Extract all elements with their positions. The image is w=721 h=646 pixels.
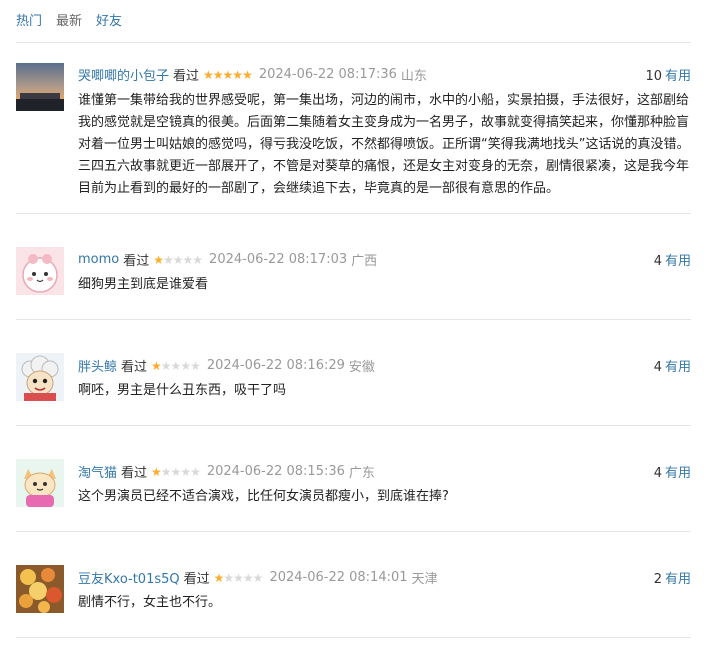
review-text: 细狗男主到底是谁爱看: [78, 277, 209, 292]
avatar[interactable]: [16, 63, 64, 111]
review-meta: momo 看过 ★★★★★ 2024-06-22 08:17:03 广西: [78, 250, 377, 269]
useful-votes: 4 有用: [654, 250, 691, 269]
star-icon: ★★★★★: [203, 67, 253, 82]
username-link[interactable]: 胖头鲸: [78, 356, 117, 375]
review-location: 广西: [351, 254, 378, 269]
pink-cartoon-avatar: [16, 247, 64, 295]
username-link[interactable]: 淘气猫: [78, 462, 117, 481]
useful-count: 4: [653, 360, 662, 375]
useful-votes: 4 有用: [654, 356, 691, 375]
review-item: 胖头鲸 看过 ★★★★★ 2024-06-22 08:16:29 安徽 4 有用 …: [16, 320, 691, 426]
review-meta: 胖头鲸 看过 ★★★★★ 2024-06-22 08:16:29 安徽: [78, 356, 375, 375]
review-meta: 淘气猫 看过 ★★★★★ 2024-06-22 08:15:36 广东: [78, 462, 375, 481]
useful-count: 10: [645, 69, 662, 84]
comment-tabs: 热门 最新 好友: [16, 10, 122, 29]
useful-count: 2: [653, 572, 662, 587]
star-icon: ★: [151, 464, 162, 479]
useful-count: 4: [653, 254, 662, 269]
review-item: momo 看过 ★★★★★ 2024-06-22 08:17:03 广西 4 有用…: [16, 214, 691, 320]
useful-button[interactable]: 有用: [665, 572, 691, 587]
review-time: 2024-06-22 08:17:03: [209, 252, 348, 267]
review-time: 2024-06-22 08:15:36: [206, 464, 345, 479]
review-time: 2024-06-22 08:14:01: [269, 570, 408, 585]
rating-stars: ★★★★★: [153, 252, 203, 267]
star-empty-icon: ★★★★: [223, 570, 263, 585]
watch-status: 看过: [183, 572, 210, 587]
review-location: 广东: [348, 466, 375, 481]
username-link[interactable]: 豆友Kxo-t01s5Q: [78, 568, 180, 587]
username-link[interactable]: momo: [78, 252, 119, 267]
rating-stars: ★★★★★: [151, 464, 201, 479]
review-list: 哭唧唧的小包子 看过 ★★★★★ 2024-06-22 08:17:36 山东 …: [16, 43, 691, 638]
cartoon-cat-avatar: [16, 459, 64, 507]
watch-status: 看过: [121, 360, 148, 375]
tab-latest[interactable]: 最新: [56, 10, 82, 29]
avatar[interactable]: [16, 353, 64, 401]
review-item: 哭唧唧的小包子 看过 ★★★★★ 2024-06-22 08:17:36 山东 …: [16, 43, 691, 214]
review-item: 淘气猫 看过 ★★★★★ 2024-06-22 08:15:36 广东 4 有用 …: [16, 426, 691, 532]
rating-stars: ★★★★★: [203, 67, 253, 82]
useful-button[interactable]: 有用: [665, 466, 691, 481]
review-location: 天津: [411, 572, 438, 587]
useful-votes: 10 有用: [645, 65, 691, 84]
watch-status: 看过: [173, 69, 200, 84]
avatar[interactable]: [16, 247, 64, 295]
star-icon: ★: [151, 358, 162, 373]
review-time: 2024-06-22 08:17:36: [258, 67, 397, 82]
review-item: 豆友Kxo-t01s5Q 看过 ★★★★★ 2024-06-22 08:14:0…: [16, 532, 691, 638]
review-meta: 哭唧唧的小包子 看过 ★★★★★ 2024-06-22 08:17:36 山东: [78, 65, 427, 84]
rating-stars: ★★★★★: [151, 358, 201, 373]
star-empty-icon: ★★★★: [160, 358, 201, 373]
review-location: 安徽: [348, 360, 375, 375]
useful-button[interactable]: 有用: [665, 360, 691, 375]
review-meta: 豆友Kxo-t01s5Q 看过 ★★★★★ 2024-06-22 08:14:0…: [78, 568, 438, 587]
review-text: 谁懂第一集带给我的世界感受呢，第一集出场，河边的闹市，水中的小船，实景拍摄，手法…: [78, 93, 690, 196]
rating-stars: ★★★★★: [213, 570, 264, 585]
star-empty-icon: ★★★★: [160, 464, 201, 479]
useful-button[interactable]: 有用: [665, 69, 691, 84]
tab-hot[interactable]: 热门: [16, 10, 42, 29]
review-location: 山东: [400, 69, 427, 84]
review-text: 剧情不行，女主也不行。: [78, 595, 222, 610]
watch-status: 看过: [123, 254, 150, 269]
star-icon: ★: [153, 252, 164, 267]
watch-status: 看过: [121, 466, 148, 481]
useful-votes: 4 有用: [654, 462, 691, 481]
flower-photo-avatar: [16, 565, 64, 613]
review-time: 2024-06-22 08:16:29: [206, 358, 345, 373]
review-text: 这个男演员已经不适合演戏，比任何女演员都瘦小，到底谁在捧?: [78, 489, 449, 504]
tab-friends[interactable]: 好友: [96, 10, 122, 29]
useful-count: 4: [653, 466, 662, 481]
sunset-photo-avatar: [16, 63, 64, 111]
cartoon-sheep-avatar: [16, 353, 64, 401]
review-text: 啊呸，男主是什么丑东西，吸干了吗: [78, 383, 287, 398]
useful-button[interactable]: 有用: [665, 254, 691, 269]
star-empty-icon: ★★★★: [163, 252, 203, 267]
avatar[interactable]: [16, 459, 64, 507]
useful-votes: 2 有用: [654, 568, 691, 587]
star-icon: ★: [213, 570, 225, 585]
username-link[interactable]: 哭唧唧的小包子: [78, 65, 169, 84]
avatar[interactable]: [16, 565, 64, 613]
